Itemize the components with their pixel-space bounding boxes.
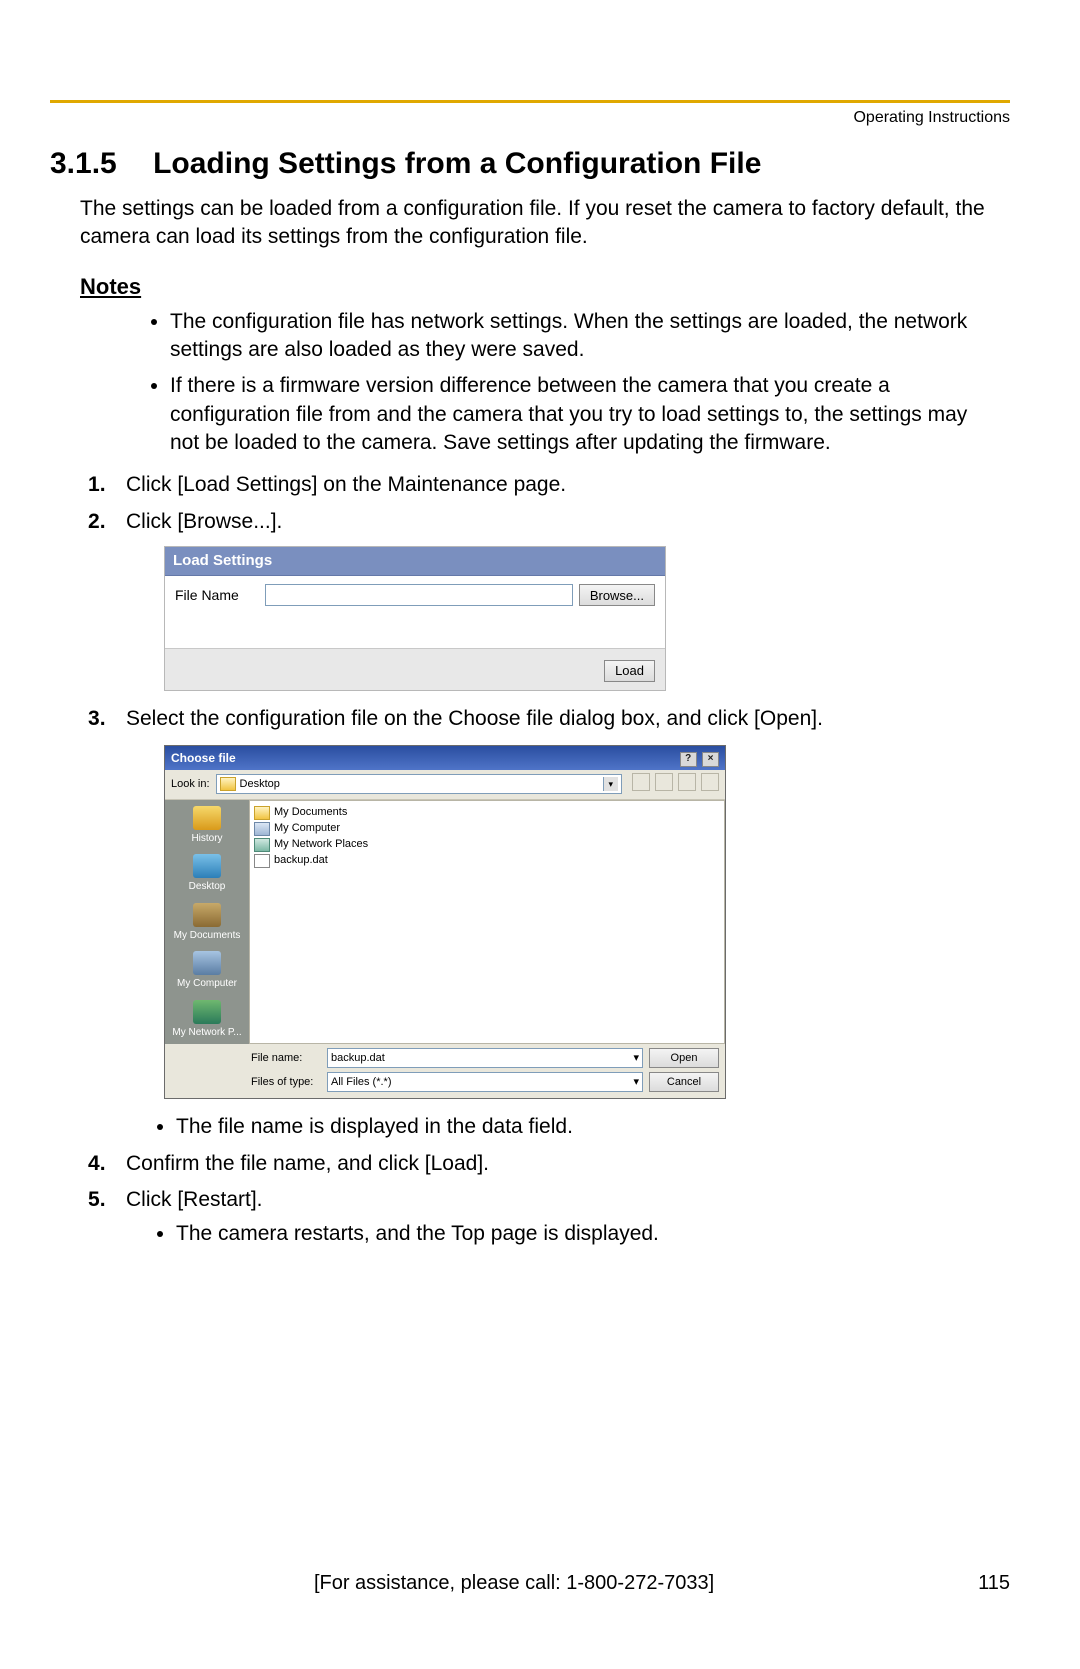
place-history[interactable]: History	[167, 802, 247, 849]
file-label: My Network Places	[274, 837, 368, 852]
computer-icon	[254, 822, 270, 836]
open-button[interactable]: Open	[649, 1048, 719, 1068]
header-rule	[50, 100, 1010, 103]
step-5: Click [Restart]. The camera restarts, an…	[88, 1186, 1010, 1249]
note-item: The configuration file has network setti…	[170, 308, 980, 365]
close-icon[interactable]: ×	[702, 752, 719, 767]
step-3: Select the configuration file on the Cho…	[88, 705, 1010, 1142]
place-desktop[interactable]: Desktop	[167, 850, 247, 897]
place-label: My Network P...	[172, 1027, 241, 1038]
step-5-sublist: The camera restarts, and the Top page is…	[176, 1220, 1010, 1248]
file-name-label: File Name	[175, 586, 265, 605]
folder-icon	[254, 806, 270, 820]
list-item[interactable]: My Computer	[254, 821, 720, 837]
file-list[interactable]: My Documents My Computer My Network Plac…	[249, 800, 725, 1045]
step-2: Click [Browse...]. Load Settings File Na…	[88, 508, 1010, 691]
filename-combo[interactable]: backup.dat ▾	[327, 1048, 643, 1068]
lookin-label: Look in:	[171, 777, 210, 792]
list-item[interactable]: My Documents	[254, 805, 720, 821]
newfolder-icon[interactable]	[678, 773, 696, 791]
titlebar-buttons: ? ×	[678, 749, 719, 767]
views-icon[interactable]	[701, 773, 719, 791]
file-label: My Computer	[274, 821, 340, 836]
dialog-body: History Desktop My Documents My Com	[165, 800, 725, 1045]
filename-value: backup.dat	[331, 1051, 385, 1066]
network-icon	[193, 1000, 221, 1024]
cancel-button[interactable]: Cancel	[649, 1072, 719, 1092]
step-1: Click [Load Settings] on the Maintenance…	[88, 471, 1010, 499]
filetype-value: All Files (*.*)	[331, 1075, 392, 1090]
step-3-text: Select the configuration file on the Cho…	[126, 707, 823, 730]
place-mynet[interactable]: My Network P...	[167, 996, 247, 1043]
running-header: Operating Instructions	[50, 109, 1010, 127]
file-icon	[254, 854, 270, 868]
filetype-label: Files of type:	[251, 1075, 321, 1090]
load-panel-footer: Load	[165, 648, 665, 689]
file-name-input[interactable]	[265, 584, 573, 606]
chevron-down-icon: ▾	[633, 1051, 639, 1066]
place-label: My Computer	[177, 978, 237, 989]
browse-button[interactable]: Browse...	[579, 584, 655, 606]
choose-file-dialog: Choose file ? × Look in: Desktop ▾	[164, 745, 726, 1099]
history-icon	[193, 806, 221, 830]
step-5-text: Click [Restart].	[126, 1188, 263, 1211]
filename-label: File name:	[251, 1051, 321, 1066]
section-number: 3.1.5	[50, 147, 117, 181]
notes-list: The configuration file has network setti…	[140, 308, 1010, 458]
dialog-titlebar: Choose file ? ×	[165, 746, 725, 770]
folder-icon	[220, 777, 236, 791]
note-item: If there is a firmware version differenc…	[170, 372, 980, 457]
lookin-combo[interactable]: Desktop ▾	[216, 774, 622, 794]
load-settings-panel: Load Settings File Name Browse... Load	[164, 546, 666, 691]
desktop-icon	[193, 854, 221, 878]
section-title: 3.1.5 Loading Settings from a Configurat…	[50, 147, 1010, 181]
step-4: Confirm the file name, and click [Load].	[88, 1150, 1010, 1178]
place-label: My Documents	[174, 930, 241, 941]
dialog-toolbar: Look in: Desktop ▾	[165, 770, 725, 800]
place-label: Desktop	[189, 881, 226, 892]
notes-heading: Notes	[80, 274, 1010, 300]
network-icon	[254, 838, 270, 852]
list-item[interactable]: My Network Places	[254, 837, 720, 853]
computer-icon	[193, 951, 221, 975]
back-icon[interactable]	[632, 773, 650, 791]
assistance-text: [For assistance, please call: 1-800-272-…	[50, 1572, 978, 1595]
place-mydocs[interactable]: My Documents	[167, 899, 247, 946]
section-title-text: Loading Settings from a Configuration Fi…	[153, 147, 761, 180]
page-footer: [For assistance, please call: 1-800-272-…	[50, 1572, 1010, 1595]
load-button[interactable]: Load	[604, 660, 655, 682]
step-5-sub: The camera restarts, and the Top page is…	[176, 1220, 1010, 1248]
place-label: History	[191, 833, 222, 844]
lookin-value: Desktop	[240, 777, 280, 792]
places-bar: History Desktop My Documents My Com	[165, 800, 249, 1045]
document-page: Operating Instructions 3.1.5 Loading Set…	[0, 0, 1080, 1669]
step-3-sublist: The file name is displayed in the data f…	[176, 1113, 1010, 1141]
file-label: My Documents	[274, 805, 347, 820]
filetype-combo[interactable]: All Files (*.*) ▾	[327, 1072, 643, 1092]
load-panel-body: File Name Browse...	[165, 576, 665, 648]
step-3-sub: The file name is displayed in the data f…	[176, 1113, 1010, 1141]
up-icon[interactable]	[655, 773, 673, 791]
documents-icon	[193, 903, 221, 927]
load-panel-title: Load Settings	[165, 547, 665, 576]
place-mycomp[interactable]: My Computer	[167, 947, 247, 994]
dialog-footer: File name: backup.dat ▾ Open Files of ty…	[165, 1044, 725, 1098]
chevron-down-icon: ▾	[603, 777, 618, 791]
file-label: backup.dat	[274, 853, 328, 868]
dialog-title: Choose file	[171, 750, 236, 766]
toolbar-icons	[630, 773, 719, 796]
list-item[interactable]: backup.dat	[254, 853, 720, 869]
chevron-down-icon: ▾	[633, 1075, 639, 1090]
step-2-text: Click [Browse...].	[126, 510, 282, 533]
page-number: 115	[978, 1572, 1010, 1595]
intro-paragraph: The settings can be loaded from a config…	[80, 195, 1010, 252]
steps-list: Click [Load Settings] on the Maintenance…	[88, 471, 1010, 1248]
help-icon[interactable]: ?	[680, 752, 697, 767]
